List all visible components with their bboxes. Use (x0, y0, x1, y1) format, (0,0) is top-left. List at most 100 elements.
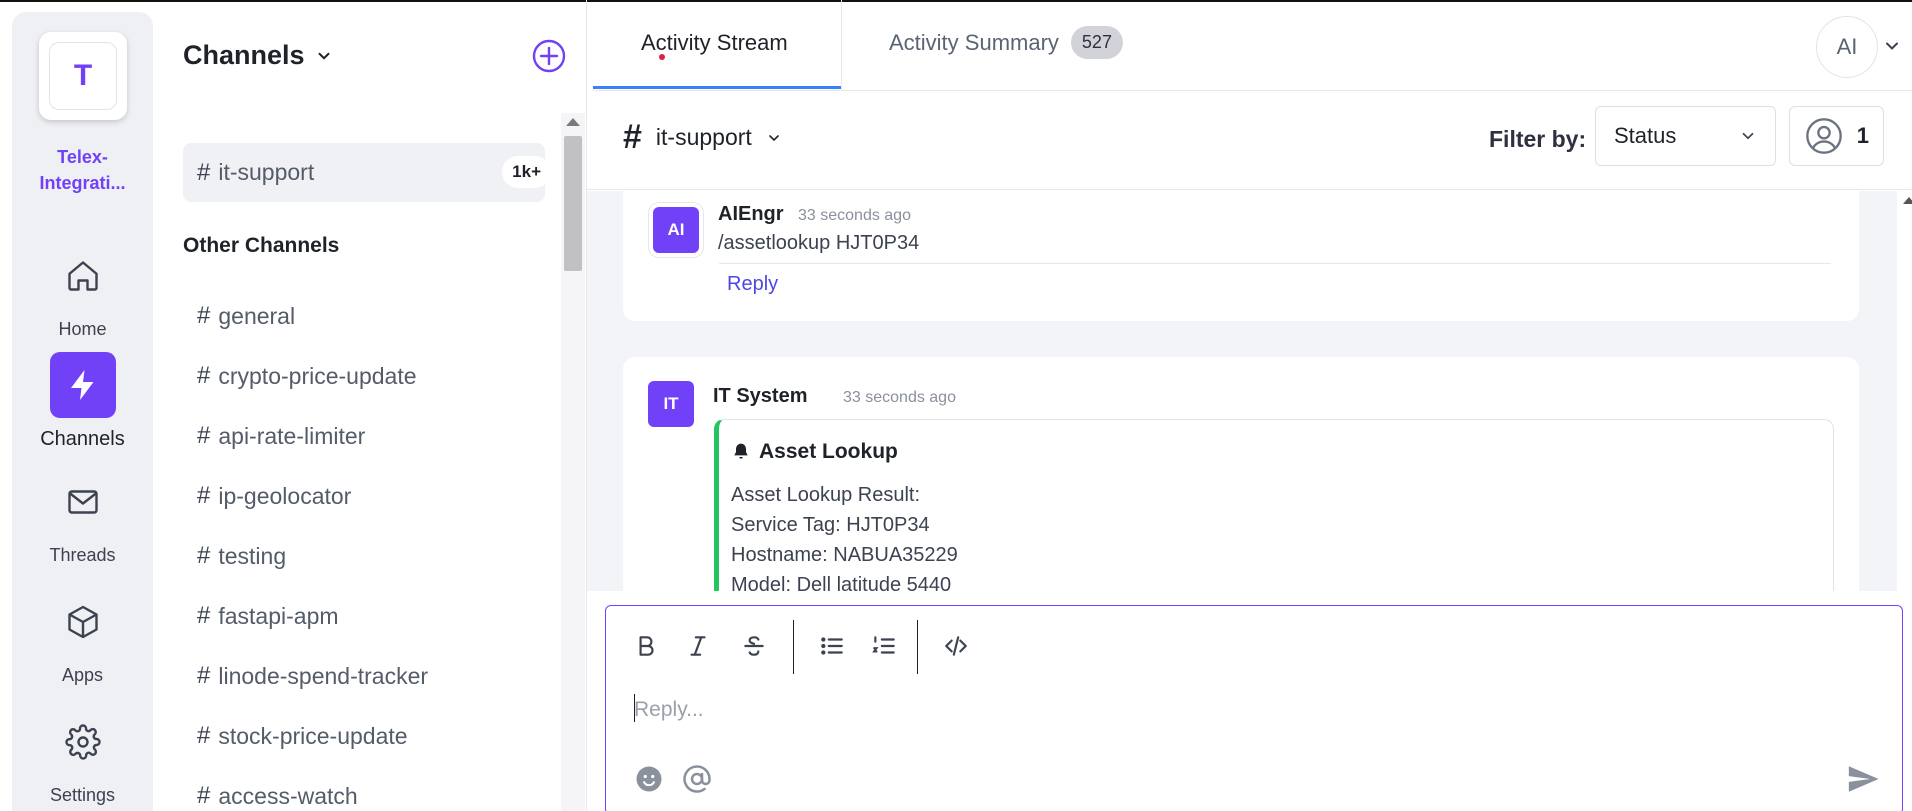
current-channel-name: it-support (655, 124, 752, 150)
toolbar-separator (793, 620, 794, 674)
channel-name: access-watch (218, 782, 358, 809)
message-text: /assetlookup HJT0P34 (718, 232, 920, 254)
user-avatar[interactable]: AI (1816, 16, 1878, 78)
rail-item-channels[interactable]: Channels (12, 352, 153, 451)
message-divider (719, 263, 1831, 264)
rail-item-home[interactable]: Home (12, 243, 153, 340)
emoji-icon[interactable] (634, 764, 664, 794)
channel-selector[interactable]: # it-support (623, 118, 782, 157)
workspace-tile[interactable]: T (39, 32, 127, 120)
channels-panel: Channels # it-support 1k+ Other Channels… (153, 0, 586, 811)
status-filter-select[interactable]: Status (1595, 106, 1776, 166)
channels-header[interactable]: Channels (183, 40, 333, 71)
chevron-down-icon (318, 52, 330, 60)
rail-item-threads[interactable]: Threads (12, 469, 153, 566)
hash-icon: # (197, 722, 211, 749)
channel-item[interactable]: # linode-spend-tracker (197, 646, 428, 706)
unread-badge: 1k+ (502, 156, 551, 188)
channel-name: linode-spend-tracker (218, 662, 429, 689)
channel-item[interactable]: # general (197, 286, 428, 346)
hash-icon: # (197, 482, 211, 509)
rail-label-channels: Channels (40, 428, 125, 450)
italic-icon (690, 636, 706, 656)
embed-line: Model: Dell latitude 5440 (731, 574, 952, 591)
chevron-down-icon (768, 134, 779, 141)
hash-icon: # (197, 362, 211, 389)
code-button[interactable] (936, 626, 976, 666)
embed-line: Asset Lookup Result: (731, 484, 920, 506)
channel-name: testing (218, 542, 287, 569)
channel-scrollbar-thumb[interactable] (564, 136, 582, 271)
numbered-list-icon (872, 636, 895, 654)
strikethrough-button[interactable] (734, 626, 774, 666)
chevron-down-icon[interactable] (1882, 36, 1902, 56)
add-channel-icon[interactable] (531, 38, 567, 74)
embed-line: Service Tag: HJT0P34 (731, 514, 930, 536)
embed-title: Asset Lookup (731, 440, 898, 464)
channel-toolbar: # it-support Filter by: Status 1 (587, 92, 1912, 190)
activity-feed[interactable]: AI AIEngr 33 seconds ago /assetlookup HJ… (587, 191, 1897, 591)
channels-title: Channels (183, 40, 305, 70)
tab-activity-stream[interactable]: Activity Stream (641, 30, 788, 56)
send-icon[interactable] (1846, 762, 1880, 796)
channel-item[interactable]: # api-rate-limiter (197, 406, 428, 466)
channel-name: it-support (218, 159, 315, 185)
avatar[interactable]: AI (653, 207, 699, 253)
message-card: IT IT System 33 seconds ago Asset Lookup… (623, 357, 1859, 591)
hash-icon: # (197, 542, 211, 569)
hash-icon: # (197, 602, 211, 629)
lightning-icon (49, 352, 116, 418)
rail-label-threads: Threads (49, 545, 116, 565)
mention-icon[interactable] (682, 764, 712, 794)
tab-activity-summary[interactable]: Activity Summary 527 (889, 26, 1123, 59)
hash-icon: # (623, 118, 642, 156)
workspace-name-line2: Integrati... (39, 173, 126, 193)
channel-name: stock-price-update (218, 722, 408, 749)
bold-button[interactable] (626, 626, 666, 666)
tab-separator (841, 0, 842, 90)
summary-count-badge: 527 (1070, 26, 1123, 59)
rail-item-settings[interactable]: Settings (12, 709, 153, 806)
workspace-name[interactable]: Telex- Integrati... (12, 144, 153, 196)
hash-icon: # (197, 158, 211, 186)
rail-item-apps[interactable]: Apps (12, 589, 153, 686)
channel-list: # general # crypto-price-update # api-rate-… (197, 286, 428, 811)
channel-item[interactable]: # crypto-price-update (197, 346, 428, 406)
channel-name: fastapi-apm (218, 602, 339, 629)
avatar[interactable]: IT (648, 381, 694, 427)
embed-body: Asset Lookup Result: Service Tag: HJT0P3… (731, 480, 958, 591)
hash-icon: # (197, 662, 211, 689)
text-caret (634, 694, 635, 722)
user-circle-icon (1806, 118, 1842, 154)
bell-icon (734, 443, 748, 459)
channel-item[interactable]: # testing (197, 526, 428, 586)
numbered-list-button[interactable] (864, 626, 904, 666)
left-rail: T Telex- Integrati... Home Channels Thre… (12, 12, 153, 811)
channel-item[interactable]: # ip-geolocator (197, 466, 428, 526)
channel-name: ip-geolocator (218, 482, 352, 509)
channel-item[interactable]: # fastapi-apm (197, 586, 428, 646)
box-icon (50, 589, 116, 655)
channel-item-active[interactable]: # it-support 1k+ (183, 143, 551, 202)
embed-line: Hostname: NABUA35229 (731, 544, 958, 566)
hash-icon: # (197, 422, 211, 449)
italic-button[interactable] (678, 626, 718, 666)
channel-item[interactable]: # access-watch (197, 766, 428, 811)
bullet-list-button[interactable] (812, 626, 852, 666)
strikethrough-icon (744, 636, 764, 656)
asset-lookup-embed: Asset Lookup Asset Lookup Result: Servic… (714, 419, 1834, 591)
scroll-up-arrow-icon[interactable] (1903, 197, 1912, 204)
channel-name: general (218, 302, 296, 329)
reply-link[interactable]: Reply (727, 273, 778, 296)
tab-bar: Activity Stream Activity Summary 527 (593, 0, 1912, 91)
toolbar-separator (917, 620, 918, 674)
message-timestamp: 33 seconds ago (798, 207, 911, 224)
channel-item[interactable]: # stock-price-update (197, 706, 428, 766)
other-channels-title: Other Channels (183, 234, 340, 257)
message-author[interactable]: AIEngr (718, 203, 784, 226)
message-author[interactable]: IT System (713, 385, 807, 408)
members-button[interactable]: 1 (1789, 106, 1884, 166)
scroll-up-arrow-icon[interactable] (566, 118, 580, 126)
reply-input[interactable] (634, 692, 1834, 728)
reply-composer (605, 605, 1903, 811)
